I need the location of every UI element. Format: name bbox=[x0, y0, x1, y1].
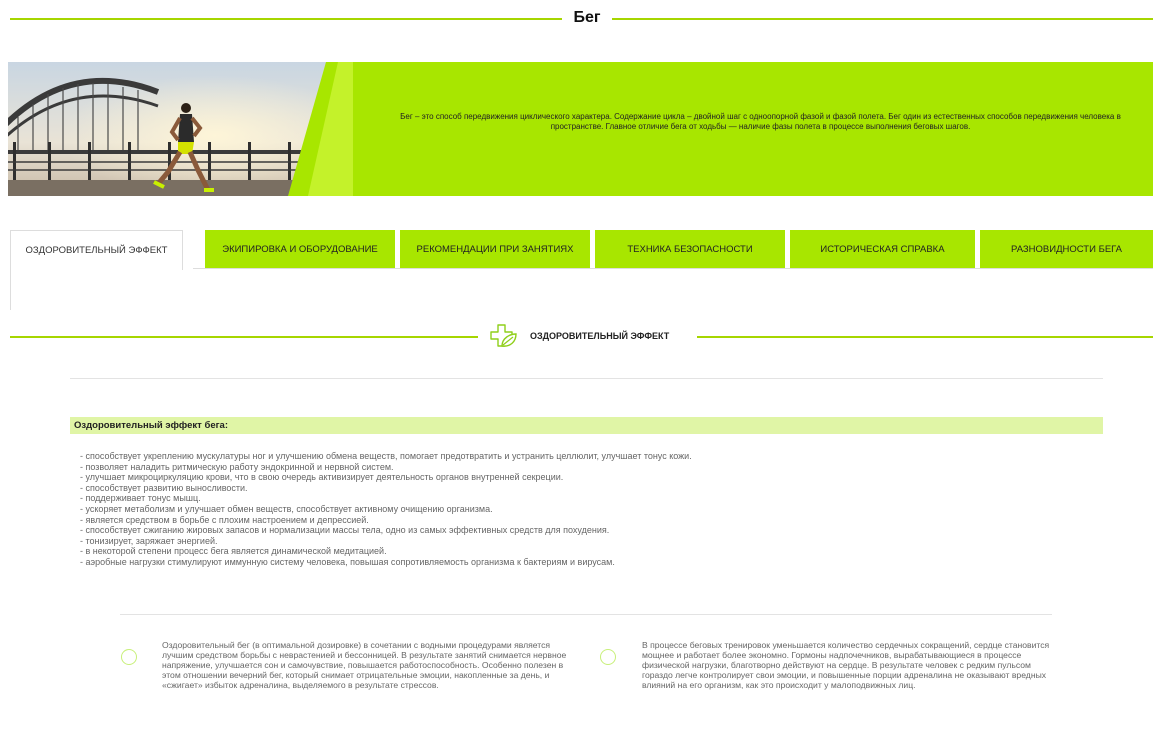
content-divider bbox=[120, 614, 1052, 615]
section-divider-left bbox=[10, 336, 478, 338]
circle-bullet-icon bbox=[600, 649, 616, 665]
tab-history[interactable]: Историческая справка bbox=[790, 230, 975, 268]
page-header: Бег bbox=[0, 8, 1153, 30]
tab-panel-border bbox=[10, 270, 11, 310]
card-text: Оздоровительный бег (в оптимальной дозир… bbox=[162, 640, 567, 690]
tab-underline bbox=[193, 268, 1153, 269]
banner-description: Бег – это способ передвижения циклическо… bbox=[400, 112, 1121, 131]
list-item: - аэробные нагрузки стимулируют иммунную… bbox=[80, 556, 615, 567]
content-divider bbox=[70, 378, 1103, 379]
list-item: - позволяет наладить ритмическую работу … bbox=[80, 461, 394, 472]
page-title: Бег bbox=[573, 9, 601, 26]
runner-bridge-photo bbox=[8, 62, 353, 196]
tab-recommendations[interactable]: Рекомендации при занятиях bbox=[400, 230, 590, 268]
circle-bullet-icon bbox=[121, 649, 137, 665]
list-item: - улучшает микроциркуляцию крови, что в … bbox=[80, 472, 564, 483]
list-item: - способствует сжиганию жировых запасов … bbox=[80, 525, 610, 536]
title-divider-right bbox=[612, 18, 1153, 20]
list-item: - способствует укреплению мускулатуры но… bbox=[80, 451, 692, 461]
health-plus-leaf-icon bbox=[490, 324, 517, 347]
hero-banner: Бег – это способ передвижения циклическо… bbox=[8, 62, 1153, 196]
list-item: - ускоряет метаболизм и улучшает обмен в… bbox=[80, 503, 493, 514]
tab-bar: Оздоровительный эффект Экипировка и обор… bbox=[10, 230, 1153, 280]
section-title: ОЗДОРОВИТЕЛЬНЫЙ ЭФФЕКТ bbox=[530, 331, 670, 341]
section-header: ОЗДОРОВИТЕЛЬНЫЙ ЭФФЕКТ bbox=[0, 322, 1153, 352]
list-item: - способствует развитию выносливости. bbox=[80, 482, 248, 493]
effect-heading: Оздоровительный эффект бега: bbox=[70, 417, 1103, 434]
tab-equipment[interactable]: Экипировка и оборудование bbox=[205, 230, 395, 268]
list-item: - тонизирует, заряжает энергией. bbox=[80, 535, 218, 546]
tab-health-effect[interactable]: Оздоровительный эффект bbox=[10, 230, 183, 270]
effect-list: - способствует укреплению мускулатуры но… bbox=[80, 451, 1080, 568]
card-text: В процессе беговых тренировок уменьшаетс… bbox=[642, 640, 1050, 690]
list-item: - поддерживает тонус мышц. bbox=[80, 493, 201, 504]
list-item: - в некоторой степени процесс бега являе… bbox=[80, 546, 387, 557]
tab-safety[interactable]: Техника безопасности bbox=[595, 230, 785, 268]
title-divider-left bbox=[10, 18, 562, 20]
tab-running-types[interactable]: Разновидности бега bbox=[980, 230, 1153, 268]
section-divider-right bbox=[697, 336, 1153, 338]
list-item: - является средством в борьбе с плохим н… bbox=[80, 514, 369, 525]
